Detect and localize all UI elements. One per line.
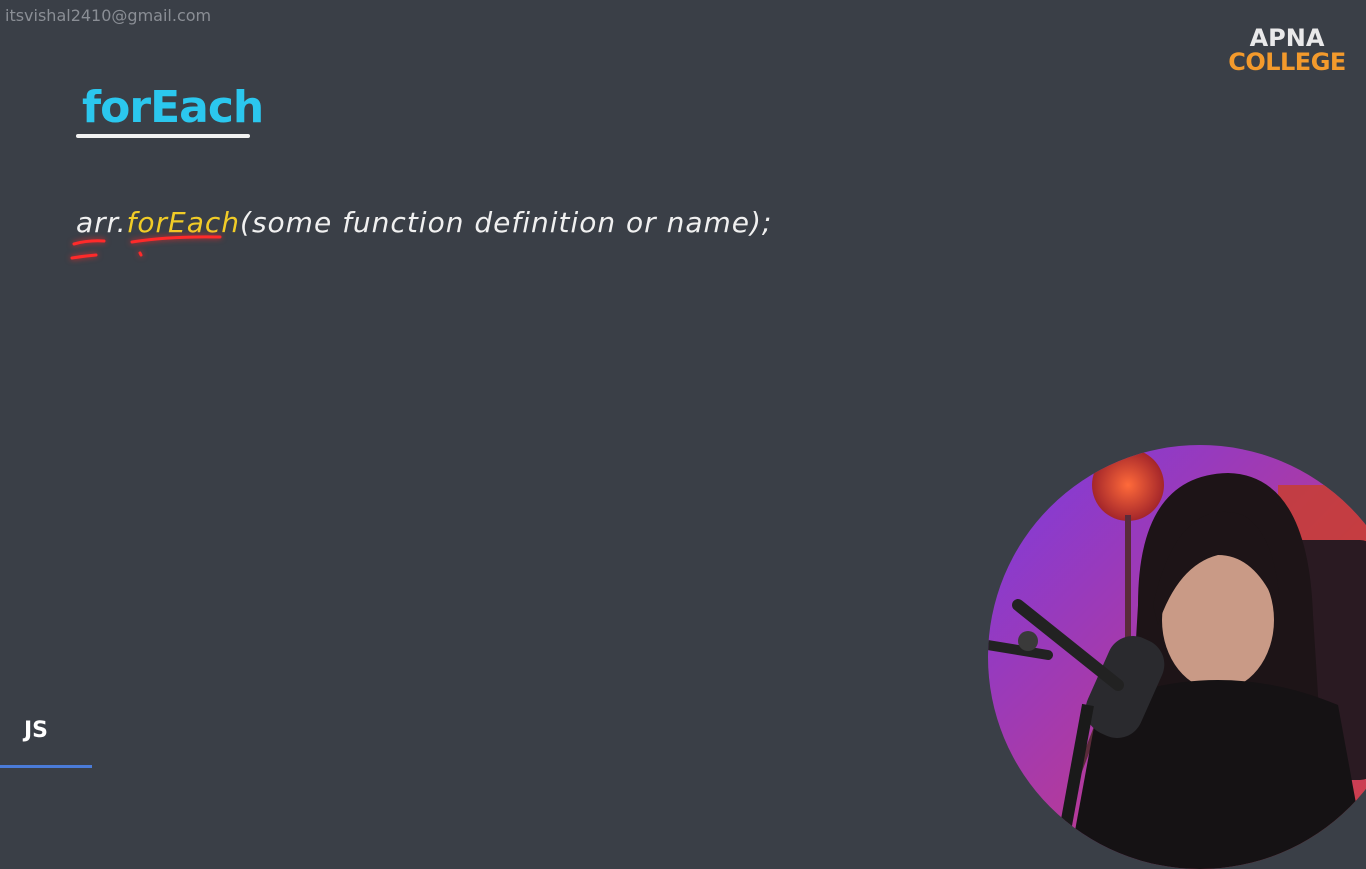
logo-line-1: APNA [1249, 24, 1325, 52]
annotation-stroke-4 [138, 251, 143, 257]
red-pen-annotation [70, 235, 222, 260]
annotation-stroke-3 [130, 235, 222, 244]
js-badge: JS [24, 718, 49, 743]
slide-title: forEach [82, 82, 264, 133]
presenter-webcam [988, 445, 1366, 869]
watermark-email: itsvishal2410@gmail.com [5, 6, 212, 25]
apna-college-logo: APNA COLLEGE [1228, 26, 1346, 74]
presenter-illustration [988, 445, 1366, 869]
logo-line-2: COLLEGE [1228, 48, 1346, 76]
code-args: (some function definition or name); [240, 206, 773, 239]
title-underline [76, 134, 250, 138]
annotation-stroke-1 [72, 239, 106, 246]
annotation-stroke-2 [70, 253, 98, 260]
